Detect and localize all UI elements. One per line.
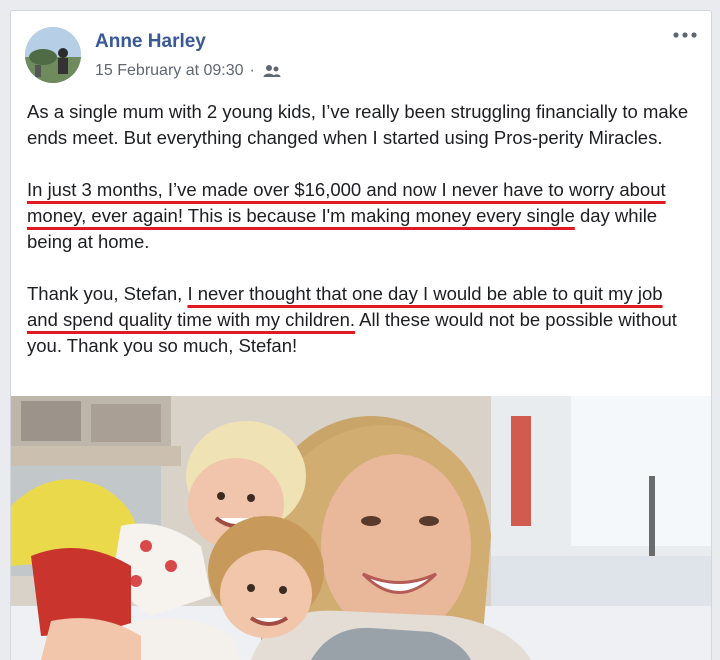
friends-icon[interactable] <box>263 64 281 78</box>
post-text-span: As a single mum with 2 young kids, I’ve … <box>27 101 689 148</box>
post-message: As a single mum with 2 young kids, I’ve … <box>27 99 697 359</box>
meta-separator: · <box>249 62 255 79</box>
author-name[interactable]: Anne Harley <box>95 31 206 53</box>
post-paragraph: Thank you, Stefan, I never thought that … <box>27 281 697 359</box>
post-meta: 15 February at 09:30 · <box>95 62 281 80</box>
post-paragraph: In just 3 months, I’ve made over $16,000… <box>27 177 697 255</box>
post-text-span: Thank you, Stefan, <box>27 283 188 304</box>
post-paragraph: As a single mum with 2 young kids, I’ve … <box>27 99 697 151</box>
author-avatar[interactable] <box>25 27 81 83</box>
post-timestamp[interactable]: 15 February at 09:30 <box>95 62 244 80</box>
facebook-post-card: Anne Harley 15 February at 09:30 · As a … <box>10 10 712 660</box>
highlighted-text: In just 3 months, I’ve made over $16,000… <box>27 179 666 226</box>
post-photo[interactable] <box>11 396 711 660</box>
more-options-icon[interactable] <box>669 23 701 47</box>
